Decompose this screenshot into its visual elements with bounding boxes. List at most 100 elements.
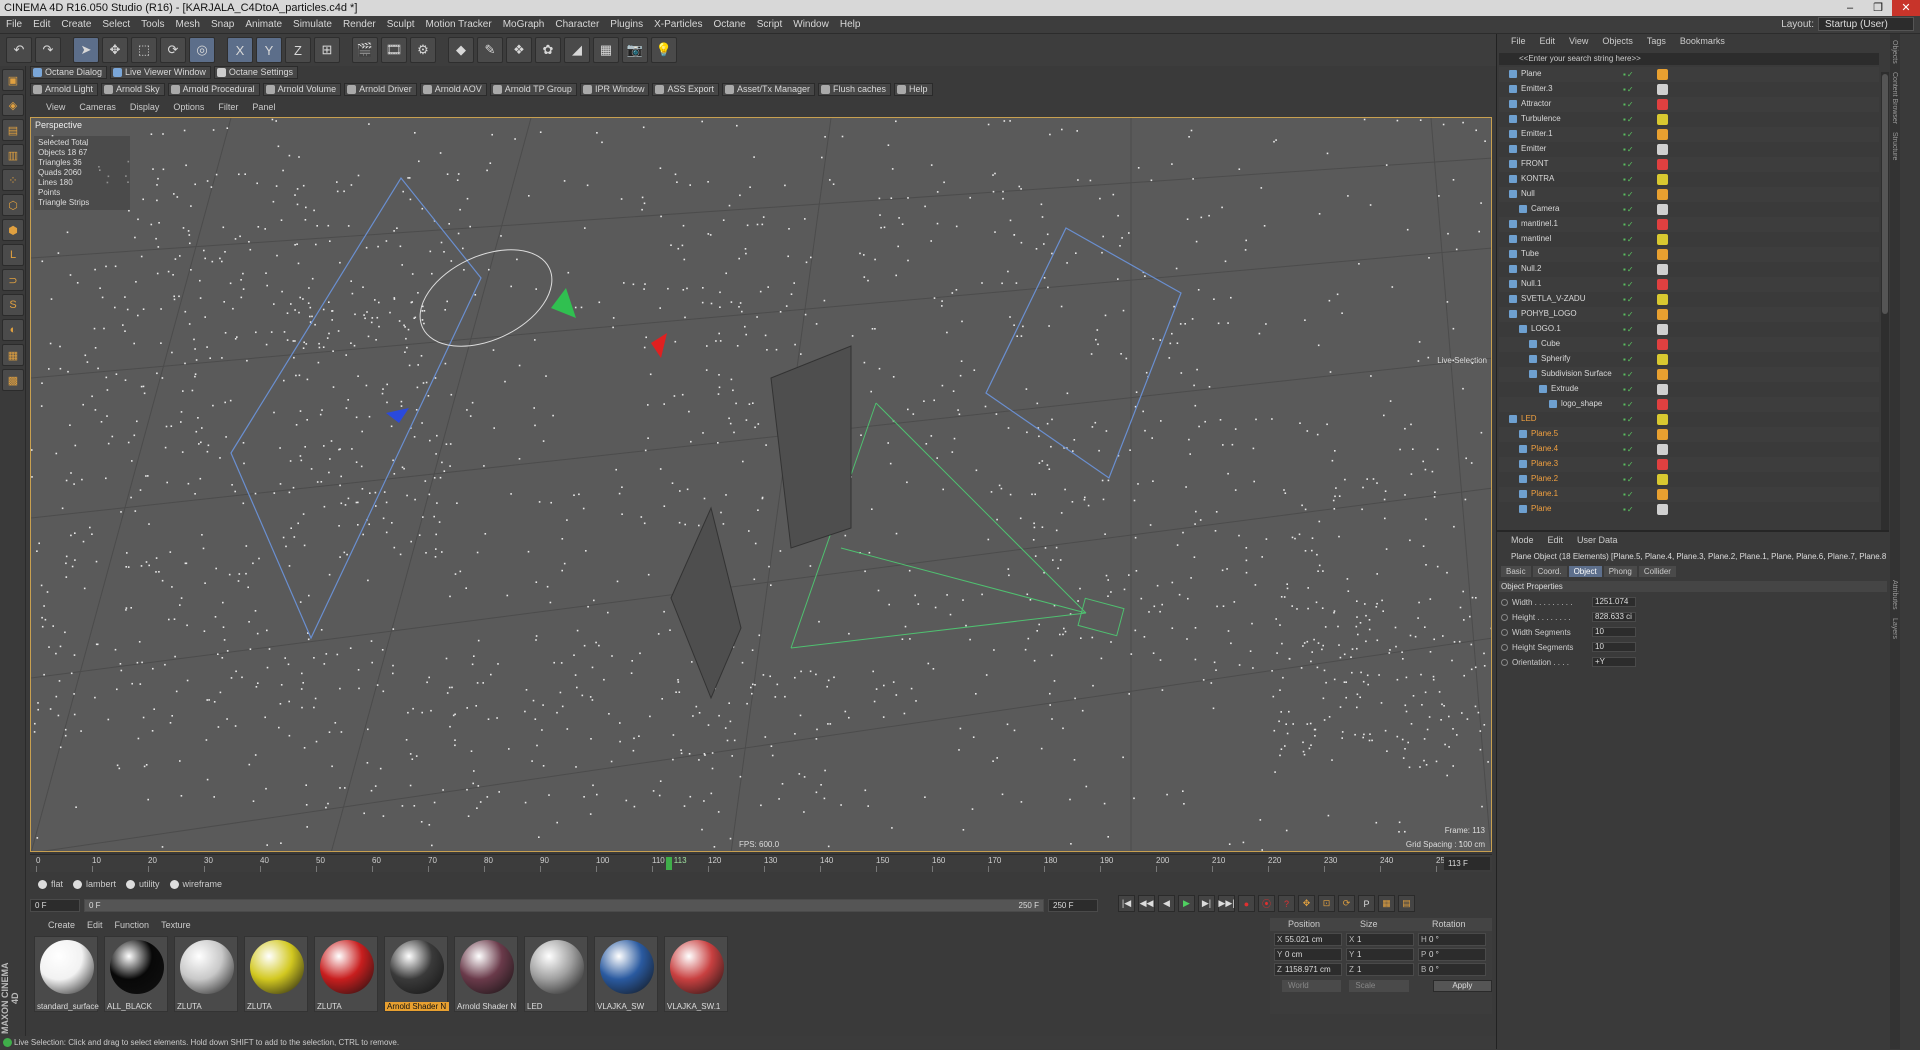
planar-workplane-icon[interactable]: ▦ <box>2 344 24 366</box>
position-field[interactable]: Y0 cm <box>1274 948 1342 961</box>
object-row[interactable]: POHYB_LOGO ▪✓ <box>1499 307 1879 322</box>
menu-create[interactable]: Create <box>61 19 91 30</box>
texture-mode-icon[interactable]: ▤ <box>2 119 24 141</box>
arnold-sky-button[interactable]: Arnold Sky <box>101 83 165 96</box>
rotation-key-icon[interactable]: ⟳ <box>1338 895 1355 912</box>
scale-key-icon[interactable]: ⊡ <box>1318 895 1335 912</box>
object-tag-icon[interactable] <box>1657 264 1668 275</box>
tab-phong[interactable]: Phong <box>1603 566 1637 577</box>
viewport-menu-panel[interactable]: Panel <box>252 102 275 115</box>
shading-utility[interactable]: utility <box>126 879 160 889</box>
arnold-help-button[interactable]: Help <box>894 83 933 96</box>
attr-menu-mode[interactable]: Mode <box>1511 535 1534 545</box>
scale-icon[interactable]: ⬚ <box>131 37 157 63</box>
shading-flat[interactable]: flat <box>38 879 63 889</box>
close-button[interactable]: ✕ <box>1892 0 1920 16</box>
material-menu-edit[interactable]: Edit <box>87 920 103 933</box>
menu-sculpt[interactable]: Sculpt <box>387 19 415 30</box>
object-row[interactable]: Null.1 ▪✓ <box>1499 277 1879 292</box>
attr-menu-user-data[interactable]: User Data <box>1577 535 1618 545</box>
current-frame-field[interactable]: 113 F <box>1444 857 1490 870</box>
object-row[interactable]: Plane ▪✓ <box>1499 67 1879 82</box>
visibility-check-icon[interactable]: ▪✓ <box>1623 160 1647 169</box>
object-tag-icon[interactable] <box>1657 324 1668 335</box>
polygons-mode-icon[interactable]: ⬢ <box>2 219 24 241</box>
object-tag-icon[interactable] <box>1657 369 1668 380</box>
visibility-check-icon[interactable]: ▪✓ <box>1623 205 1647 214</box>
object-tag-icon[interactable] <box>1657 204 1668 215</box>
object-row[interactable]: Emitter ▪✓ <box>1499 142 1879 157</box>
visibility-check-icon[interactable]: ▪✓ <box>1623 115 1647 124</box>
shading-wireframe[interactable]: wireframe <box>169 879 222 889</box>
arnold-light-button[interactable]: Arnold Light <box>30 83 99 96</box>
menu-select[interactable]: Select <box>102 19 130 30</box>
material-menu-create[interactable]: Create <box>48 920 75 933</box>
layout-dropdown[interactable]: Startup (User) <box>1818 17 1914 31</box>
material-swatch[interactable]: LED <box>524 936 588 1012</box>
object-tag-icon[interactable] <box>1657 279 1668 290</box>
visibility-check-icon[interactable]: ▪✓ <box>1623 505 1647 514</box>
go-to-end-icon[interactable]: ▶▶| <box>1218 895 1235 912</box>
material-swatch[interactable]: VLAJKA_SW.1 <box>664 936 728 1012</box>
visibility-check-icon[interactable]: ▪✓ <box>1623 175 1647 184</box>
object-tag-icon[interactable] <box>1657 309 1668 320</box>
maximize-button[interactable]: ❐ <box>1864 0 1892 16</box>
attr-menu-edit[interactable]: Edit <box>1548 535 1564 545</box>
viewport-menu-cameras[interactable]: Cameras <box>79 102 116 115</box>
rotation-field[interactable]: P0 ° <box>1418 948 1486 961</box>
size-field[interactable]: Y1 <box>1346 948 1414 961</box>
subdivision-icon[interactable]: ❖ <box>506 37 532 63</box>
live-selection-icon[interactable]: ◎ <box>189 37 215 63</box>
light-green[interactable] <box>551 288 576 318</box>
object-row[interactable]: Emitter.1 ▪✓ <box>1499 127 1879 142</box>
shading-lambert[interactable]: lambert <box>73 879 116 889</box>
om-menu-view[interactable]: View <box>1569 36 1588 46</box>
object-row[interactable]: Plane.5 ▪✓ <box>1499 427 1879 442</box>
visibility-check-icon[interactable]: ▪✓ <box>1623 385 1647 394</box>
visibility-check-icon[interactable]: ▪✓ <box>1623 475 1647 484</box>
octane-dialog-button[interactable]: Octane Dialog <box>30 66 108 79</box>
object-row[interactable]: LOGO.1 ▪✓ <box>1499 322 1879 337</box>
object-tag-icon[interactable] <box>1657 114 1668 125</box>
visibility-check-icon[interactable]: ▪✓ <box>1623 70 1647 79</box>
side-tab-attributes[interactable]: Attributes <box>1891 580 1898 610</box>
visibility-check-icon[interactable]: ▪✓ <box>1623 145 1647 154</box>
material-menu-function[interactable]: Function <box>115 920 150 933</box>
visibility-check-icon[interactable]: ▪✓ <box>1623 250 1647 259</box>
scale-dropdown[interactable]: Scale <box>1349 980 1409 992</box>
viewport-menu-filter[interactable]: Filter <box>218 102 238 115</box>
object-row[interactable]: Cube ▪✓ <box>1499 337 1879 352</box>
object-row[interactable]: Subdivision Surface ▪✓ <box>1499 367 1879 382</box>
object-tag-icon[interactable] <box>1657 84 1668 95</box>
x-axis-button[interactable]: X <box>227 37 253 63</box>
pla-key-icon[interactable]: ▦ <box>1378 895 1395 912</box>
menu-snap[interactable]: Snap <box>211 19 234 30</box>
object-tag-icon[interactable] <box>1657 399 1668 410</box>
object-row[interactable]: logo_shape ▪✓ <box>1499 397 1879 412</box>
points-mode-icon[interactable]: ⁘ <box>2 169 24 191</box>
visibility-check-icon[interactable]: ▪✓ <box>1623 130 1647 139</box>
object-row[interactable]: Attractor ▪✓ <box>1499 97 1879 112</box>
material-swatch[interactable]: VLAJKA_SW <box>594 936 658 1012</box>
live-viewer-button[interactable]: Live Viewer Window <box>110 66 211 79</box>
redo-icon[interactable]: ↷ <box>35 37 61 63</box>
menu-script[interactable]: Script <box>757 19 783 30</box>
edges-mode-icon[interactable]: ⬡ <box>2 194 24 216</box>
visibility-check-icon[interactable]: ▪✓ <box>1623 325 1647 334</box>
menu-x-particles[interactable]: X-Particles <box>654 19 702 30</box>
play-icon[interactable]: ▶ <box>1178 895 1195 912</box>
led-panel-2[interactable] <box>670 506 742 700</box>
visibility-check-icon[interactable]: ▪✓ <box>1623 280 1647 289</box>
visibility-check-icon[interactable]: ▪✓ <box>1623 430 1647 439</box>
visibility-check-icon[interactable]: ▪✓ <box>1623 490 1647 499</box>
property-value-field[interactable]: 10 <box>1592 627 1636 637</box>
plane-outline-2[interactable] <box>985 227 1182 479</box>
object-tag-icon[interactable] <box>1657 129 1668 140</box>
record-icon[interactable]: ● <box>1238 895 1255 912</box>
timeline-icon[interactable]: ▤ <box>1398 895 1415 912</box>
tab-basic[interactable]: Basic <box>1501 566 1531 577</box>
menu-window[interactable]: Window <box>793 19 829 30</box>
arnold-procedural-button[interactable]: Arnold Procedural <box>167 83 260 96</box>
tab-collider[interactable]: Collider <box>1638 566 1676 577</box>
prev-frame-icon[interactable]: ◀ <box>1158 895 1175 912</box>
